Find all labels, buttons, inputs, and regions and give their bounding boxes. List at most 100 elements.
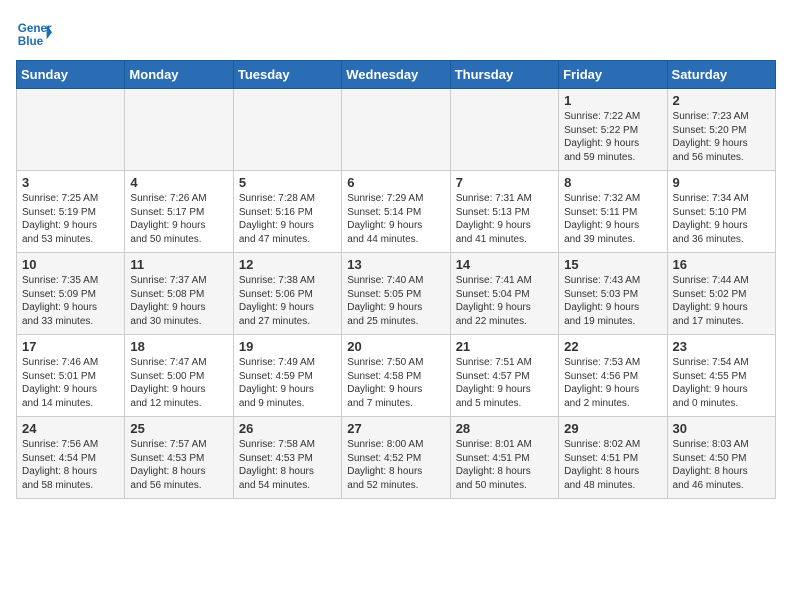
calendar-table: SundayMondayTuesdayWednesdayThursdayFrid… [16, 60, 776, 499]
day-info: Sunrise: 7:57 AM Sunset: 4:53 PM Dayligh… [130, 438, 227, 492]
svg-text:Blue: Blue [18, 35, 44, 48]
calendar-cell: 6 Sunrise: 7:29 AM Sunset: 5:14 PM Daylig… [342, 171, 450, 253]
day-info: Sunrise: 7:49 AM Sunset: 4:59 PM Dayligh… [239, 356, 336, 410]
calendar-cell: 9Sunrise: 7:34 AM Sunset: 5:10 PM Daylig… [667, 171, 775, 253]
day-info: Sunrise: 7:37 AM Sunset: 5:08 PM Dayligh… [130, 274, 227, 328]
day-info: Sunrise: 7:51 AM Sunset: 4:57 PM Dayligh… [456, 356, 553, 410]
day-info: Sunrise: 7:34 AM Sunset: 5:10 PM Dayligh… [673, 192, 770, 246]
day-number: 27 [347, 421, 444, 436]
calendar-week-row: 10 Sunrise: 7:35 AM Sunset: 5:09 PM Dayli… [17, 253, 776, 335]
calendar-cell [342, 89, 450, 171]
calendar-cell: 15 Sunrise: 7:43 AM Sunset: 5:03 PM Dayli… [559, 253, 667, 335]
day-number: 13 [347, 257, 444, 272]
calendar-cell [450, 89, 558, 171]
calendar-cell: 2 Sunrise: 7:23 AM Sunset: 5:20 PM Daylig… [667, 89, 775, 171]
day-number: 4 [130, 175, 227, 190]
calendar-cell: 14Sunrise: 7:41 AM Sunset: 5:04 PM Dayli… [450, 253, 558, 335]
calendar-cell: 27 Sunrise: 8:00 AM Sunset: 4:52 PM Dayli… [342, 417, 450, 499]
day-info: Sunrise: 7:43 AM Sunset: 5:03 PM Dayligh… [564, 274, 661, 328]
day-info: Sunrise: 7:44 AM Sunset: 5:02 PM Dayligh… [673, 274, 770, 328]
day-info: Sunrise: 7:22 AM Sunset: 5:22 PM Dayligh… [564, 110, 661, 164]
calendar-cell: 16 Sunrise: 7:44 AM Sunset: 5:02 PM Dayli… [667, 253, 775, 335]
calendar-cell: 13 Sunrise: 7:40 AM Sunset: 5:05 PM Dayli… [342, 253, 450, 335]
day-number: 16 [673, 257, 770, 272]
day-header-tuesday: Tuesday [233, 61, 341, 89]
calendar-cell: 30 Sunrise: 8:03 AM Sunset: 4:50 PM Dayli… [667, 417, 775, 499]
day-number: 20 [347, 339, 444, 354]
day-number: 10 [22, 257, 119, 272]
calendar-cell: 5 Sunrise: 7:28 AM Sunset: 5:16 PM Daylig… [233, 171, 341, 253]
day-info: Sunrise: 7:32 AM Sunset: 5:11 PM Dayligh… [564, 192, 661, 246]
calendar-cell: 7Sunrise: 7:31 AM Sunset: 5:13 PM Daylig… [450, 171, 558, 253]
day-info: Sunrise: 7:41 AM Sunset: 5:04 PM Dayligh… [456, 274, 553, 328]
day-number: 22 [564, 339, 661, 354]
day-number: 28 [456, 421, 553, 436]
day-info: Sunrise: 7:40 AM Sunset: 5:05 PM Dayligh… [347, 274, 444, 328]
day-number: 23 [673, 339, 770, 354]
day-number: 29 [564, 421, 661, 436]
day-number: 8 [564, 175, 661, 190]
day-number: 26 [239, 421, 336, 436]
day-info: Sunrise: 7:23 AM Sunset: 5:20 PM Dayligh… [673, 110, 770, 164]
day-number: 18 [130, 339, 227, 354]
day-info: Sunrise: 8:01 AM Sunset: 4:51 PM Dayligh… [456, 438, 553, 492]
day-header-monday: Monday [125, 61, 233, 89]
day-number: 6 [347, 175, 444, 190]
day-header-saturday: Saturday [667, 61, 775, 89]
day-info: Sunrise: 7:50 AM Sunset: 4:58 PM Dayligh… [347, 356, 444, 410]
day-info: Sunrise: 8:02 AM Sunset: 4:51 PM Dayligh… [564, 438, 661, 492]
calendar-cell: 25Sunrise: 7:57 AM Sunset: 4:53 PM Dayli… [125, 417, 233, 499]
day-info: Sunrise: 7:53 AM Sunset: 4:56 PM Dayligh… [564, 356, 661, 410]
day-info: Sunrise: 7:28 AM Sunset: 5:16 PM Dayligh… [239, 192, 336, 246]
calendar-cell: 22 Sunrise: 7:53 AM Sunset: 4:56 PM Dayli… [559, 335, 667, 417]
day-number: 15 [564, 257, 661, 272]
day-number: 17 [22, 339, 119, 354]
calendar-cell [17, 89, 125, 171]
day-number: 7 [456, 175, 553, 190]
calendar-cell: 20 Sunrise: 7:50 AM Sunset: 4:58 PM Dayli… [342, 335, 450, 417]
calendar-cell: 19Sunrise: 7:49 AM Sunset: 4:59 PM Dayli… [233, 335, 341, 417]
day-info: Sunrise: 7:26 AM Sunset: 5:17 PM Dayligh… [130, 192, 227, 246]
day-info: Sunrise: 7:35 AM Sunset: 5:09 PM Dayligh… [22, 274, 119, 328]
day-info: Sunrise: 7:25 AM Sunset: 5:19 PM Dayligh… [22, 192, 119, 246]
logo-icon: General Blue [16, 16, 52, 52]
calendar-cell: 3 Sunrise: 7:25 AM Sunset: 5:19 PM Daylig… [17, 171, 125, 253]
day-number: 21 [456, 339, 553, 354]
day-header-friday: Friday [559, 61, 667, 89]
calendar-cell [233, 89, 341, 171]
calendar-cell: 11 Sunrise: 7:37 AM Sunset: 5:08 PM Dayli… [125, 253, 233, 335]
calendar-cell: 26 Sunrise: 7:58 AM Sunset: 4:53 PM Dayli… [233, 417, 341, 499]
day-info: Sunrise: 7:56 AM Sunset: 4:54 PM Dayligh… [22, 438, 119, 492]
day-number: 30 [673, 421, 770, 436]
calendar-week-row: 17 Sunrise: 7:46 AM Sunset: 5:01 PM Dayli… [17, 335, 776, 417]
day-info: Sunrise: 8:03 AM Sunset: 4:50 PM Dayligh… [673, 438, 770, 492]
logo: General Blue [16, 16, 52, 52]
day-info: Sunrise: 7:47 AM Sunset: 5:00 PM Dayligh… [130, 356, 227, 410]
calendar-cell: 12Sunrise: 7:38 AM Sunset: 5:06 PM Dayli… [233, 253, 341, 335]
day-info: Sunrise: 8:00 AM Sunset: 4:52 PM Dayligh… [347, 438, 444, 492]
day-number: 11 [130, 257, 227, 272]
day-info: Sunrise: 7:58 AM Sunset: 4:53 PM Dayligh… [239, 438, 336, 492]
calendar-week-row: 1 Sunrise: 7:22 AM Sunset: 5:22 PM Daylig… [17, 89, 776, 171]
day-number: 1 [564, 93, 661, 108]
day-number: 5 [239, 175, 336, 190]
day-number: 2 [673, 93, 770, 108]
calendar-header-row: SundayMondayTuesdayWednesdayThursdayFrid… [17, 61, 776, 89]
calendar-cell: 21 Sunrise: 7:51 AM Sunset: 4:57 PM Dayli… [450, 335, 558, 417]
calendar-week-row: 24Sunrise: 7:56 AM Sunset: 4:54 PM Dayli… [17, 417, 776, 499]
calendar-cell: 8 Sunrise: 7:32 AM Sunset: 5:11 PM Daylig… [559, 171, 667, 253]
day-info: Sunrise: 7:46 AM Sunset: 5:01 PM Dayligh… [22, 356, 119, 410]
day-info: Sunrise: 7:29 AM Sunset: 5:14 PM Dayligh… [347, 192, 444, 246]
page-header: General Blue [16, 16, 776, 52]
day-info: Sunrise: 7:54 AM Sunset: 4:55 PM Dayligh… [673, 356, 770, 410]
calendar-cell: 28 Sunrise: 8:01 AM Sunset: 4:51 PM Dayli… [450, 417, 558, 499]
day-number: 12 [239, 257, 336, 272]
day-number: 3 [22, 175, 119, 190]
calendar-cell: 1 Sunrise: 7:22 AM Sunset: 5:22 PM Daylig… [559, 89, 667, 171]
calendar-cell: 24Sunrise: 7:56 AM Sunset: 4:54 PM Dayli… [17, 417, 125, 499]
calendar-cell: 23 Sunrise: 7:54 AM Sunset: 4:55 PM Dayli… [667, 335, 775, 417]
calendar-cell: 10 Sunrise: 7:35 AM Sunset: 5:09 PM Dayli… [17, 253, 125, 335]
calendar-cell: 18 Sunrise: 7:47 AM Sunset: 5:00 PM Dayli… [125, 335, 233, 417]
calendar-week-row: 3 Sunrise: 7:25 AM Sunset: 5:19 PM Daylig… [17, 171, 776, 253]
calendar-cell [125, 89, 233, 171]
